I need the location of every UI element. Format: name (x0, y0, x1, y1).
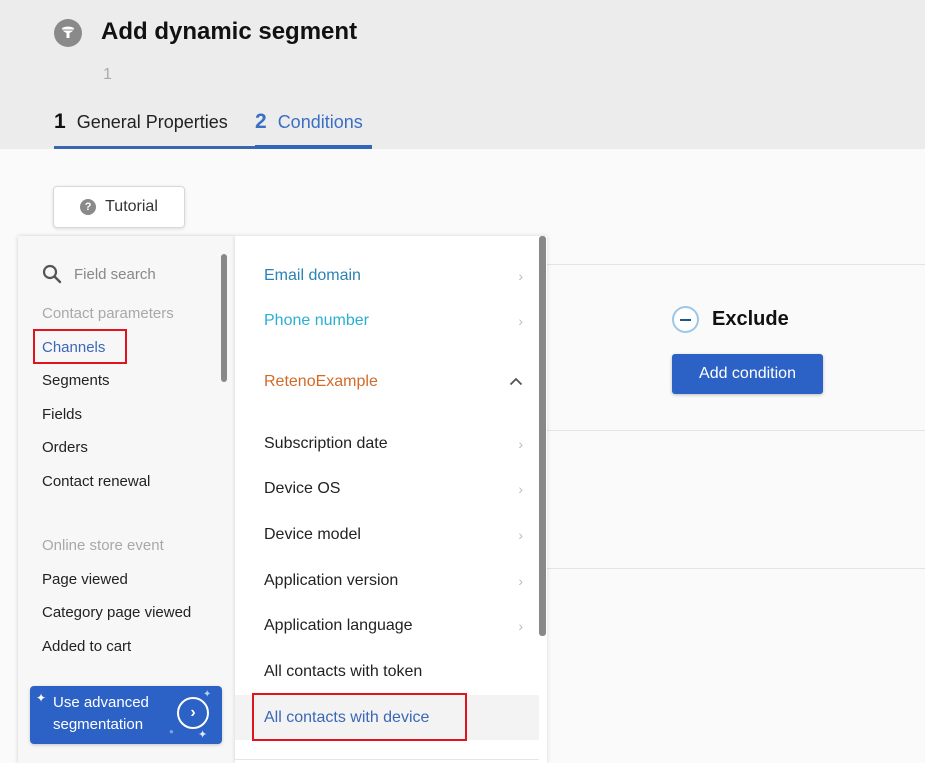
tab-general-properties[interactable]: 1 General Properties (54, 108, 255, 149)
item-label: Device model (264, 525, 361, 543)
page-header: Add dynamic segment 1 1 General Properti… (0, 0, 925, 149)
exclude-label: Exclude (712, 308, 789, 330)
submenu-item-device-model[interactable]: Device model › (235, 512, 539, 557)
sparkle-icon: ✦ (203, 689, 212, 700)
item-label: RetenoExample (264, 372, 378, 390)
category-label: Contact parameters (42, 305, 174, 322)
sparkle-icon: ✦ (198, 729, 208, 741)
chevron-right-icon: › (518, 435, 523, 452)
submenu-item-all-contacts-with-token[interactable]: All contacts with token (235, 649, 539, 694)
submenu-item-email-domain[interactable]: Email domain › (235, 253, 539, 298)
section-divider (545, 430, 925, 431)
item-label: Device OS (264, 479, 341, 497)
search-icon (42, 264, 62, 284)
page-subtitle: 1 (103, 66, 112, 83)
add-condition-button[interactable]: Add condition (672, 354, 823, 394)
menu-item-category-page-viewed[interactable]: Category page viewed (42, 604, 191, 621)
section-divider (545, 264, 925, 265)
item-label: Application version (264, 571, 399, 589)
step-label: General Properties (76, 112, 228, 132)
chevron-right-circle-icon: › (177, 697, 209, 729)
category-label: Online store event (42, 537, 164, 554)
filter-icon (54, 19, 82, 47)
step-label: Conditions (277, 112, 363, 132)
highlight-box (33, 329, 127, 364)
menu-item-segments[interactable]: Segments (42, 372, 110, 389)
item-label: Phone number (264, 311, 369, 329)
tab-conditions[interactable]: 2 Conditions (255, 108, 372, 149)
dot-icon: ● (169, 727, 174, 736)
sparkle-icon: ✦ (36, 691, 47, 705)
submenu-item-application-language[interactable]: Application language › (235, 603, 539, 648)
chevron-right-icon: › (518, 312, 523, 329)
item-label: All contacts with token (264, 662, 423, 680)
chevron-up-icon (509, 373, 523, 391)
minus-circle-icon[interactable] (672, 306, 699, 333)
submenu-item-phone-number[interactable]: Phone number › (235, 298, 539, 343)
item-label: Email domain (264, 266, 361, 284)
highlight-box (252, 693, 467, 741)
tutorial-button[interactable]: ? Tutorial (53, 186, 185, 228)
scrollbar[interactable] (539, 236, 546, 636)
chevron-right-icon: › (518, 267, 523, 284)
item-label: Application language (264, 616, 413, 634)
menu-item-added-to-cart[interactable]: Added to cart (42, 638, 131, 655)
search-placeholder: Field search (74, 265, 156, 283)
step-number: 1 (54, 110, 66, 133)
field-category-menu: Field search Contact parameters Channels… (18, 236, 235, 763)
submenu-item-device-os[interactable]: Device OS › (235, 466, 539, 511)
submenu-item-application-version[interactable]: Application version › (235, 558, 539, 603)
submenu-group-retenoexample[interactable]: RetenoExample (235, 359, 539, 404)
menu-item-page-viewed[interactable]: Page viewed (42, 571, 128, 588)
menu-item-orders[interactable]: Orders (42, 439, 88, 456)
exclude-header: Exclude (672, 306, 789, 333)
label-line: segmentation (53, 716, 144, 733)
step-tabs: 1 General Properties 2 Conditions (54, 108, 372, 149)
page-title: Add dynamic segment (101, 18, 358, 45)
tutorial-label: Tutorial (105, 198, 158, 215)
label-line: Use advanced (53, 694, 149, 711)
chevron-right-icon: › (518, 617, 523, 634)
step-number: 2 (255, 110, 267, 133)
chevron-right-icon: › (518, 572, 523, 589)
help-circle-icon: ? (80, 199, 97, 215)
item-label: Subscription date (264, 434, 388, 452)
advanced-segmentation-label: Use advanced segmentation (53, 692, 173, 736)
submenu-item-subscription-date[interactable]: Subscription date › (235, 421, 539, 466)
scrollbar[interactable] (221, 254, 227, 382)
section-divider (545, 568, 925, 569)
field-search-input[interactable]: Field search (42, 264, 156, 284)
channels-submenu: Email domain › Phone number › RetenoExam… (235, 236, 547, 763)
chevron-right-icon: › (518, 526, 523, 543)
menu-item-fields[interactable]: Fields (42, 406, 82, 423)
submenu-divider (235, 759, 539, 760)
menu-item-contact-renewal[interactable]: Contact renewal (42, 473, 150, 490)
advanced-segmentation-button[interactable]: ✦ Use advanced segmentation › ✦ ✦ ● (30, 686, 222, 744)
chevron-right-icon: › (518, 480, 523, 497)
